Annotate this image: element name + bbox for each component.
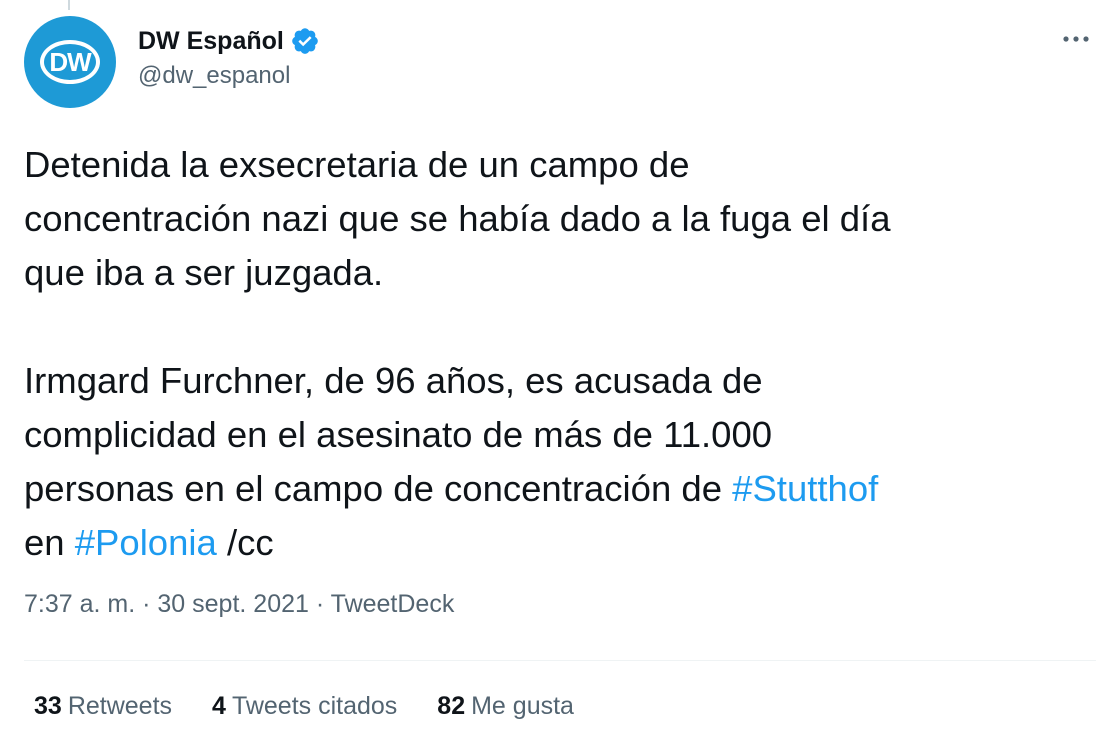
tweet-date[interactable]: 30 sept. 2021: [157, 590, 309, 618]
tweet-source[interactable]: TweetDeck: [331, 590, 455, 618]
hashtag-link-polonia[interactable]: #Polonia: [75, 522, 217, 563]
dw-logo: DW: [40, 40, 100, 84]
stat-retweets[interactable]: 33 Retweets: [34, 692, 172, 721]
more-options-icon[interactable]: [1056, 24, 1096, 54]
display-name[interactable]: DW Español: [138, 27, 284, 56]
tweet-stats: 33 Retweets 4 Tweets citados 82 Me gusta: [34, 692, 614, 721]
stat-quote-tweets[interactable]: 4 Tweets citados: [212, 692, 397, 721]
meta-separator: ·: [308, 590, 331, 618]
verified-badge-icon: [290, 26, 320, 56]
tweet-meta: 7:37 a. m. · 30 sept. 2021 · TweetDeck: [24, 590, 454, 619]
avatar[interactable]: DW: [24, 16, 116, 108]
tweet-text: Detenida la exsecretaria de un campo de …: [24, 138, 1100, 570]
tweet-time[interactable]: 7:37 a. m.: [24, 590, 135, 618]
stat-quote-tweets-count: 4: [212, 692, 226, 720]
tweet-text-signature: /cc: [216, 522, 274, 563]
stat-quote-tweets-label: Tweets citados: [231, 692, 398, 720]
meta-separator: ·: [135, 590, 158, 618]
avatar-logo-text: DW: [49, 46, 91, 77]
divider: [24, 660, 1096, 661]
stat-retweets-label: Retweets: [67, 692, 173, 720]
tweet-text-connector: en: [24, 522, 65, 563]
stat-likes[interactable]: 82 Me gusta: [437, 692, 574, 721]
stat-likes-count: 82: [437, 692, 466, 720]
display-name-row: DW Español: [138, 24, 320, 58]
stat-retweets-count: 33: [34, 692, 62, 720]
tweet-text-paragraph-1: Detenida la exsecretaria de un campo de …: [24, 144, 891, 293]
hashtag-link-stutthof[interactable]: #Stutthof: [732, 468, 878, 509]
author-names: DW Español @dw_espanol: [138, 24, 320, 90]
author-handle[interactable]: @dw_espanol: [138, 62, 320, 90]
stat-likes-label: Me gusta: [471, 692, 574, 720]
tweet: DW DW Español @dw_espanol Detenida la ex…: [0, 0, 1120, 756]
tweet-header: DW DW Español @dw_espanol: [24, 16, 1096, 108]
tweet-text-paragraph-2-start: Irmgard Furchner, de 96 años, es acusada…: [24, 360, 773, 509]
